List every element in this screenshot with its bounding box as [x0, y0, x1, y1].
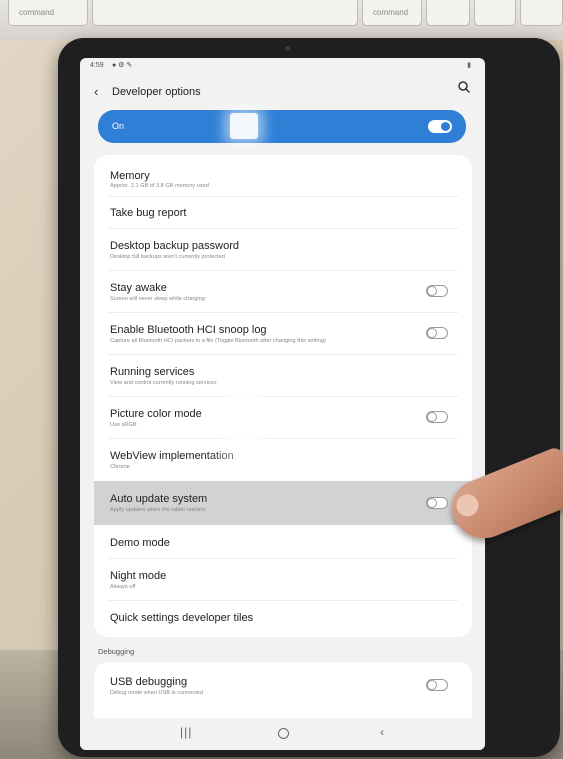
battery-icon: ▮ — [467, 62, 471, 69]
setting-title: Demo mode — [110, 537, 170, 549]
app-bar: ‹ Developer options — [80, 78, 485, 108]
stay-awake-toggle[interactable] — [426, 285, 448, 297]
setting-title: USB debugging — [110, 676, 188, 688]
setting-subtitle: Capture all Bluetooth HCI packets in a f… — [110, 338, 326, 344]
auto-update-system-toggle[interactable] — [426, 497, 448, 509]
key — [474, 0, 516, 26]
command-key-left: command — [8, 0, 88, 26]
setting-night-mode[interactable]: Night mode Always off — [94, 559, 472, 601]
setting-subtitle: Apply updates when the tablet restarts. — [110, 507, 207, 513]
setting-subtitle: Desktop full backups aren't currently pr… — [110, 254, 225, 260]
camera-dot — [285, 46, 290, 51]
toggle-knob — [427, 412, 437, 422]
status-time: 4:59 — [90, 62, 104, 69]
setting-subtitle: Chrome — [110, 464, 130, 470]
setting-desktop-backup-password[interactable]: Desktop backup password Desktop full bac… — [94, 229, 472, 271]
navigation-bar: ||| ‹ — [80, 718, 485, 750]
setting-title: Stay awake — [110, 282, 167, 294]
fingernail — [453, 490, 482, 520]
setting-title: Auto update system — [110, 493, 208, 505]
recent-apps-icon[interactable]: ||| — [180, 725, 192, 739]
picture-color-mode-toggle[interactable] — [426, 411, 448, 423]
setting-title: WebView implementation — [110, 450, 234, 462]
notification-icons: ● ⚙ ✎ — [112, 62, 133, 69]
setting-subtitle: Always off — [110, 584, 136, 590]
setting-usb-debugging[interactable]: USB debugging Debug mode when USB is con… — [94, 662, 472, 718]
section-header-debugging: Debugging — [98, 647, 135, 656]
setting-demo-mode[interactable]: Demo mode — [94, 525, 472, 559]
toggle-knob — [427, 498, 437, 508]
setting-subtitle: Approx. 2.1 GB of 3.8 GB memory used — [110, 183, 209, 189]
tablet-screen: 4:59 ● ⚙ ✎ ▮ ‹ Developer options On Memo… — [80, 58, 485, 750]
debugging-card: USB debugging Debug mode when USB is con… — [94, 662, 472, 722]
setting-title: Picture color mode — [110, 408, 202, 420]
setting-running-services[interactable]: Running services View and control curren… — [94, 355, 472, 397]
setting-bluetooth-hci-snoop-log[interactable]: Enable Bluetooth HCI snoop log Capture a… — [94, 313, 472, 355]
setting-title: Desktop backup password — [110, 240, 240, 252]
setting-title: Enable Bluetooth HCI snoop log — [110, 324, 267, 336]
setting-subtitle: Screen will never sleep while charging — [110, 296, 205, 302]
light-glare — [230, 393, 260, 451]
setting-title: Running services — [110, 366, 195, 378]
setting-subtitle: View and control currently running servi… — [110, 380, 217, 386]
setting-subtitle: Debug mode when USB is connected — [110, 690, 203, 696]
settings-card: Memory Approx. 2.1 GB of 3.8 GB memory u… — [94, 155, 472, 637]
setting-webview-implementation[interactable]: WebView implementation Chrome — [94, 439, 472, 481]
setting-stay-awake[interactable]: Stay awake Screen will never sleep while… — [94, 271, 472, 313]
toggle-knob — [427, 680, 437, 690]
toggle-knob — [427, 328, 437, 338]
key-label: command — [373, 8, 409, 17]
back-arrow-icon[interactable]: ‹ — [94, 84, 98, 99]
toggle-knob — [427, 286, 437, 296]
key-label: command — [19, 8, 55, 17]
setting-title: Quick settings developer tiles — [110, 612, 254, 624]
key — [426, 0, 470, 26]
page-title: Developer options — [112, 86, 201, 98]
nav-back-icon[interactable]: ‹ — [380, 725, 384, 739]
bluetooth-hci-toggle[interactable] — [426, 327, 448, 339]
key — [520, 0, 563, 26]
master-toggle[interactable] — [428, 120, 452, 133]
light-glare — [230, 113, 258, 139]
setting-title: Take bug report — [110, 207, 187, 219]
developer-options-master-switch[interactable]: On — [98, 110, 466, 143]
setting-memory[interactable]: Memory Approx. 2.1 GB of 3.8 GB memory u… — [94, 155, 472, 197]
setting-quick-settings-developer-tiles[interactable]: Quick settings developer tiles — [94, 601, 472, 637]
usb-debugging-toggle[interactable] — [426, 679, 448, 691]
status-bar: 4:59 ● ⚙ ✎ ▮ — [90, 60, 475, 74]
toggle-knob — [441, 122, 450, 131]
setting-auto-update-system[interactable]: Auto update system Apply updates when th… — [94, 481, 472, 525]
setting-title: Night mode — [110, 570, 167, 582]
space-key — [92, 0, 358, 26]
setting-subtitle: Use sRGB — [110, 422, 137, 428]
keyboard-backdrop: command command — [0, 0, 563, 40]
master-switch-label: On — [112, 121, 125, 131]
setting-take-bug-report[interactable]: Take bug report — [94, 197, 472, 229]
home-icon[interactable] — [278, 728, 289, 739]
command-key-right: command — [362, 0, 422, 26]
search-icon[interactable] — [457, 80, 471, 94]
setting-picture-color-mode[interactable]: Picture color mode Use sRGB — [94, 397, 472, 439]
setting-title: Memory — [110, 170, 150, 182]
